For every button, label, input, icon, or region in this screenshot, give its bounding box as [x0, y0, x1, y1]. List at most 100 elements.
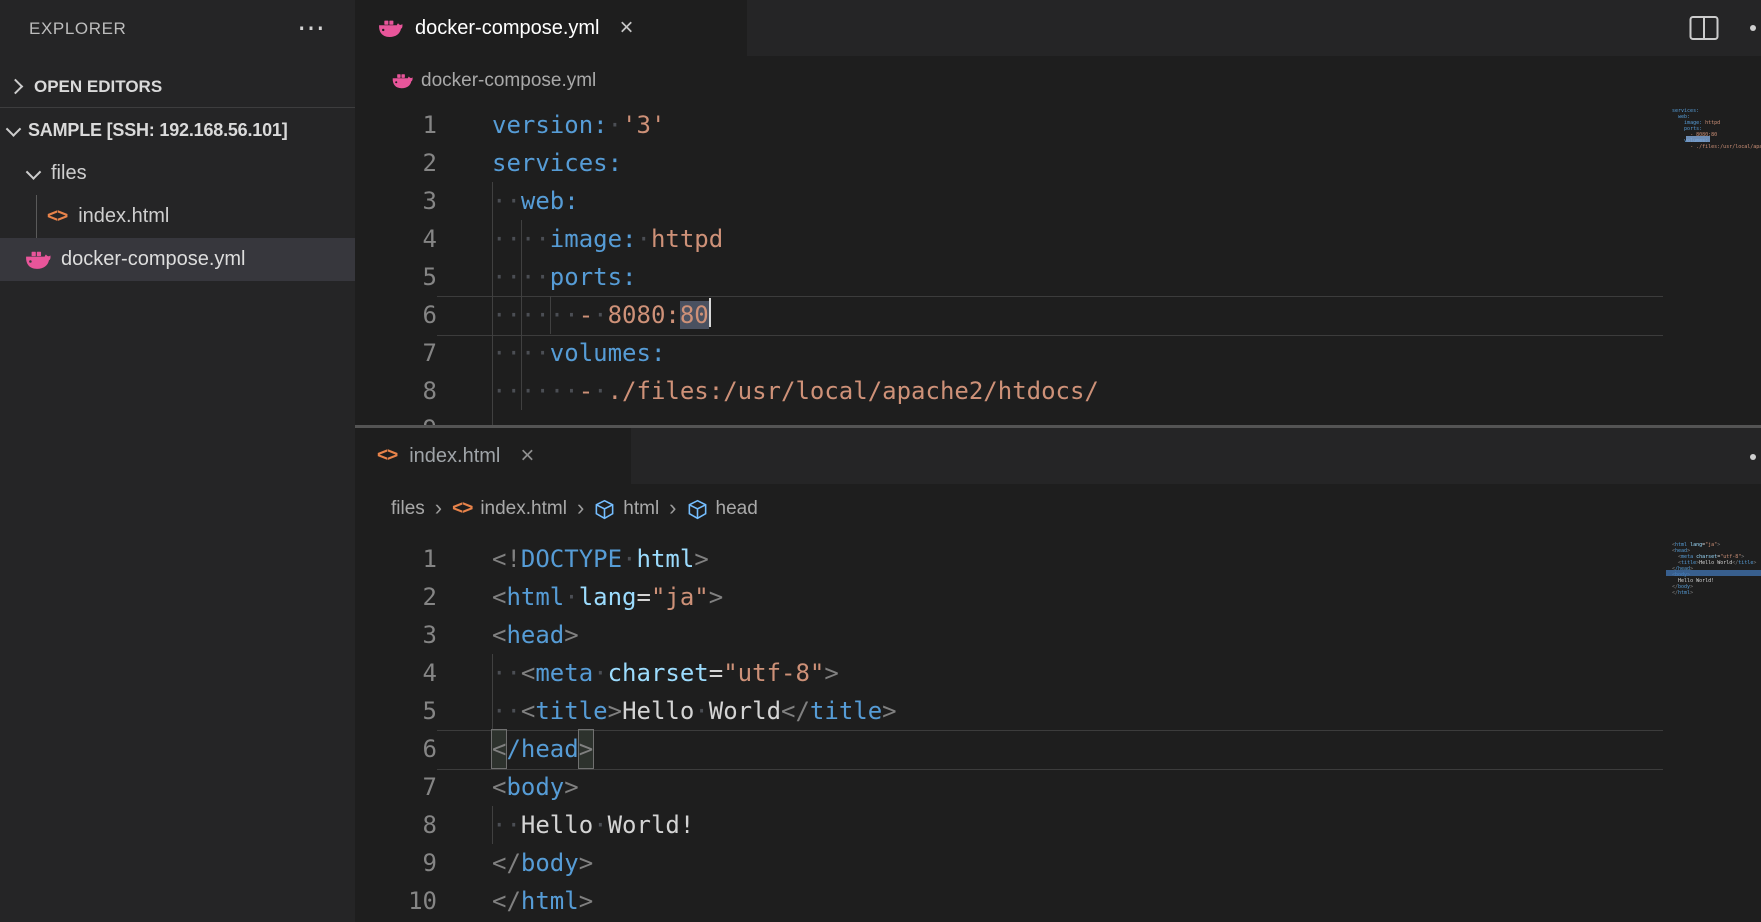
- line-content: ······-·8080:80: [437, 296, 711, 334]
- minimap-lines: <!DOCTYPE html><html lang="ja"><head> <m…: [1672, 540, 1761, 596]
- line-number: 6: [355, 296, 437, 334]
- workspace-section-header[interactable]: SAMPLE [SSH: 192.168.56.101]: [0, 108, 355, 152]
- code-editor-html[interactable]: 1<!DOCTYPE·html>2<html·lang="ja">3<head>…: [355, 540, 1761, 922]
- split-editor-button[interactable]: [1689, 15, 1719, 41]
- html-file-icon: <>: [377, 445, 397, 467]
- breadcrumb-label: head: [716, 498, 758, 520]
- line-content: version:·'3': [437, 106, 665, 144]
- line-content: <body>: [437, 768, 579, 806]
- minimap-line: - ./files:/usr/local/apache2/htdocs/: [1672, 144, 1761, 150]
- code-line[interactable]: 7····volumes:: [355, 334, 1761, 372]
- tab-docker-compose-yml[interactable]: docker-compose.yml ×: [355, 0, 747, 56]
- close-icon[interactable]: ×: [620, 16, 634, 40]
- code-line[interactable]: 7<body>: [355, 768, 1761, 806]
- breadcrumb-label: html: [623, 498, 659, 520]
- vscode-window: EXPLORER ⋯ OPEN EDITORS SAMPLE [SSH: 192…: [0, 0, 1761, 922]
- breadcrumb: docker-compose.yml: [355, 56, 1661, 106]
- code-line[interactable]: 6</head>: [355, 730, 1761, 768]
- breadcrumb-item-head[interactable]: head: [687, 498, 758, 520]
- breadcrumb-label: index.html: [480, 498, 567, 520]
- line-content: [437, 410, 492, 425]
- breadcrumb-separator-icon: ›: [577, 497, 584, 519]
- code-line[interactable]: 3··web:: [355, 182, 1761, 220]
- code-line[interactable]: 2services:: [355, 144, 1761, 182]
- line-number: 9: [355, 844, 437, 882]
- explorer-more-actions-button[interactable]: ⋯: [297, 8, 325, 48]
- line-number: 4: [355, 220, 437, 258]
- open-editors-label: OPEN EDITORS: [34, 77, 162, 97]
- editor-group-bottom: <> index.html × files›<>index.html›html›…: [355, 428, 1761, 922]
- line-number: 7: [355, 768, 437, 806]
- line-number: 8: [355, 806, 437, 844]
- explorer-title: EXPLORER: [29, 19, 126, 39]
- editor-area: docker-compose.yml × docker-compose.yml: [355, 0, 1761, 922]
- chevron-down-icon: [6, 121, 22, 137]
- line-content: </body>: [437, 844, 593, 882]
- docker-whale-icon: [391, 72, 413, 90]
- file-label: index.html: [78, 205, 169, 228]
- line-number: 4: [355, 654, 437, 692]
- line-content: </head>: [437, 730, 593, 768]
- line-number: 6: [355, 730, 437, 768]
- line-content: ··Hello·World!: [437, 806, 694, 844]
- line-number: 2: [355, 144, 437, 182]
- line-content: ··web:: [437, 182, 579, 220]
- more-actions-button[interactable]: [1750, 454, 1756, 460]
- tab-label: index.html: [409, 445, 500, 468]
- explorer-sidebar: EXPLORER ⋯ OPEN EDITORS SAMPLE [SSH: 192…: [0, 0, 355, 922]
- sidebar-item-files-folder[interactable]: files: [0, 152, 355, 195]
- code-line[interactable]: 5····ports:: [355, 258, 1761, 296]
- text-cursor: [709, 298, 712, 327]
- minimap-line: </html>: [1672, 590, 1761, 596]
- code-line[interactable]: 3<head>: [355, 616, 1761, 654]
- line-content: ····ports:: [437, 258, 637, 296]
- sidebar-item-docker-compose-yml[interactable]: docker-compose.yml: [0, 238, 355, 281]
- line-number: 7: [355, 334, 437, 372]
- workspace-label: SAMPLE [SSH: 192.168.56.101]: [28, 120, 288, 141]
- line-content: <!DOCTYPE·html>: [437, 540, 709, 578]
- code-lines: 1version:·'3'2services:3··web:4····image…: [355, 106, 1761, 425]
- code-line[interactable]: 1version:·'3': [355, 106, 1761, 144]
- code-line[interactable]: 8··Hello·World!: [355, 806, 1761, 844]
- tab-label: docker-compose.yml: [415, 17, 600, 40]
- line-content: </html>: [437, 882, 593, 920]
- sidebar-item-index-html[interactable]: <> index.html: [0, 195, 355, 238]
- docker-whale-icon: [24, 249, 51, 271]
- line-content: ····image:·httpd: [437, 220, 723, 258]
- minimap[interactable]: version: '3'services: web: image: httpd …: [1666, 106, 1761, 425]
- editor-group-top: docker-compose.yml × docker-compose.yml: [355, 0, 1761, 425]
- close-icon[interactable]: ×: [520, 444, 534, 468]
- code-line[interactable]: 10</html>: [355, 882, 1761, 920]
- code-line[interactable]: 1<!DOCTYPE·html>: [355, 540, 1761, 578]
- code-line[interactable]: 2<html·lang="ja">: [355, 578, 1761, 616]
- breadcrumb-item-index-html[interactable]: <>index.html: [452, 498, 567, 520]
- line-number: 8: [355, 372, 437, 410]
- line-number: 9: [355, 410, 437, 425]
- code-line[interactable]: 4··<meta·charset="utf-8">: [355, 654, 1761, 692]
- code-line[interactable]: 9: [355, 410, 1761, 425]
- line-number: 1: [355, 540, 437, 578]
- more-actions-button[interactable]: [1750, 25, 1756, 31]
- code-line[interactable]: 9</body>: [355, 844, 1761, 882]
- breadcrumb-item-docker-compose-yml[interactable]: docker-compose.yml: [391, 70, 596, 92]
- line-content: <head>: [437, 616, 579, 654]
- line-number: 10: [355, 882, 437, 920]
- html-file-icon: <>: [47, 206, 67, 228]
- minimap-lines: version: '3'services: web: image: httpd …: [1672, 106, 1761, 156]
- line-number: 5: [355, 692, 437, 730]
- breadcrumb-item-files[interactable]: files: [391, 498, 425, 520]
- code-editor-yaml[interactable]: 1version:·'3'2services:3··web:4····image…: [355, 106, 1761, 425]
- code-line[interactable]: 8······-·./files:/usr/local/apache2/htdo…: [355, 372, 1761, 410]
- breadcrumb-item-html[interactable]: html: [594, 498, 659, 520]
- code-lines: 1<!DOCTYPE·html>2<html·lang="ja">3<head>…: [355, 540, 1761, 920]
- breadcrumb-separator-icon: ›: [435, 497, 442, 519]
- code-line[interactable]: 5··<title>Hello·World</title>: [355, 692, 1761, 730]
- chevron-right-icon: [8, 79, 24, 95]
- minimap-line: [1672, 150, 1761, 156]
- tab-index-html[interactable]: <> index.html ×: [355, 428, 631, 484]
- minimap[interactable]: <!DOCTYPE html><html lang="ja"><head> <m…: [1666, 540, 1761, 922]
- open-editors-section-header[interactable]: OPEN EDITORS: [0, 66, 355, 107]
- code-line[interactable]: 4····image:·httpd: [355, 220, 1761, 258]
- code-line[interactable]: 6······-·8080:80: [355, 296, 1761, 334]
- editor-group-sash[interactable]: [355, 425, 1761, 428]
